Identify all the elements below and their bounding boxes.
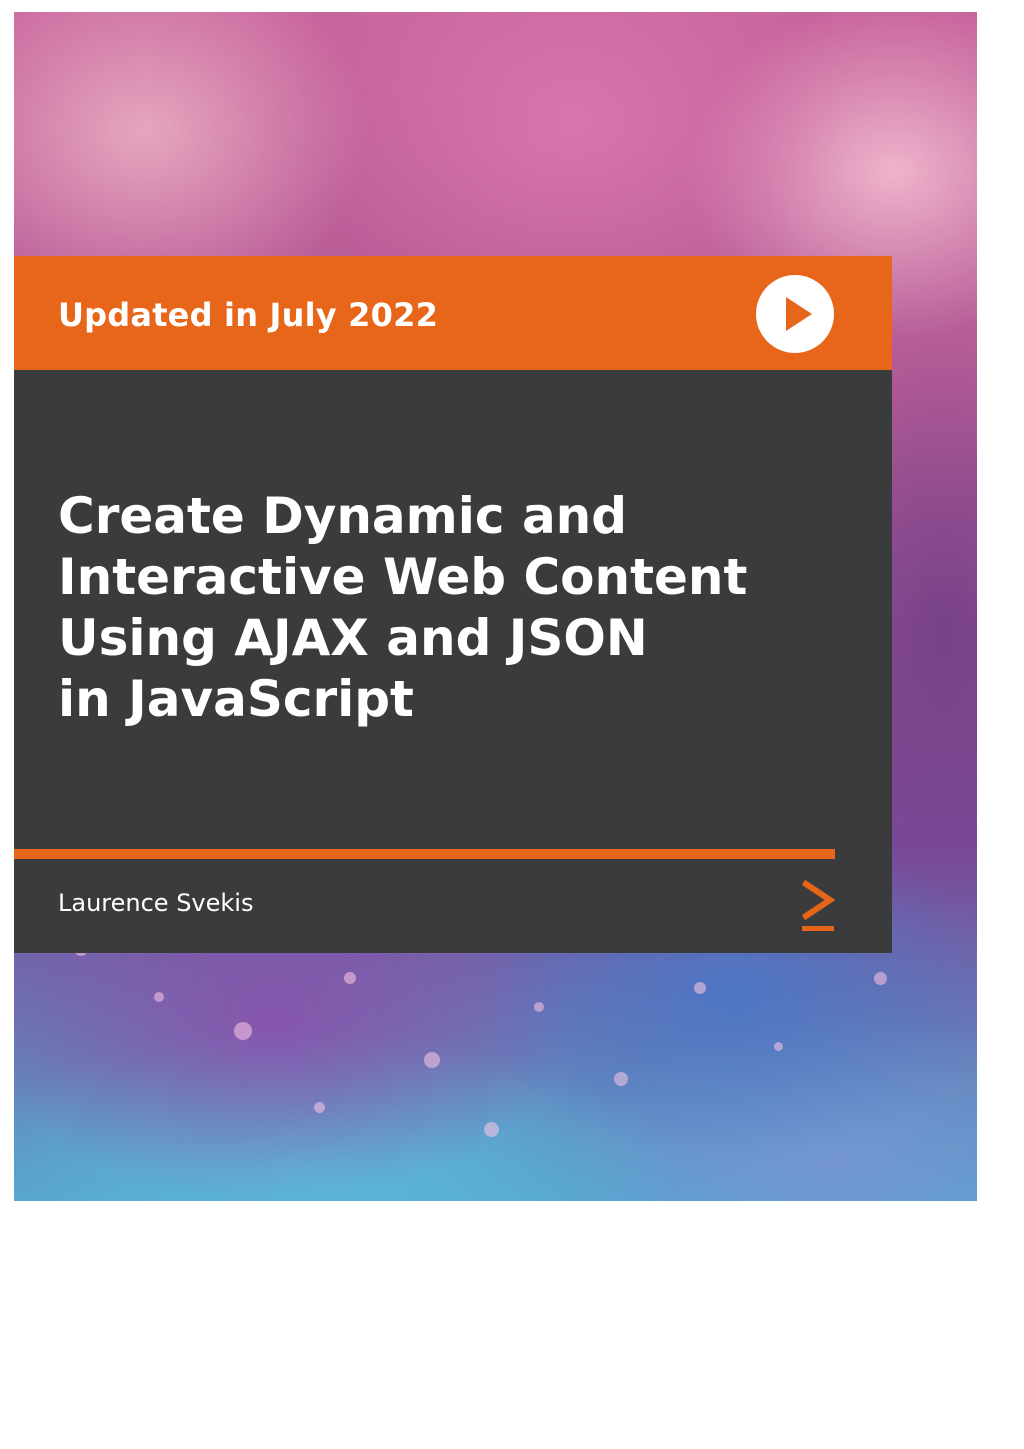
title-panel: Create Dynamic and Interactive Web Conte… [14,370,892,953]
page: Updated in July 2022 Create Dynamic and … [0,0,1024,1449]
updated-banner: Updated in July 2022 [14,256,892,370]
orange-divider [14,849,835,859]
chevron-logo-icon [801,880,836,931]
author-name: Laurence Svekis [58,889,254,917]
course-title: Create Dynamic and Interactive Web Conte… [58,487,748,728]
play-button-icon[interactable] [755,274,835,354]
updated-label: Updated in July 2022 [58,296,439,334]
